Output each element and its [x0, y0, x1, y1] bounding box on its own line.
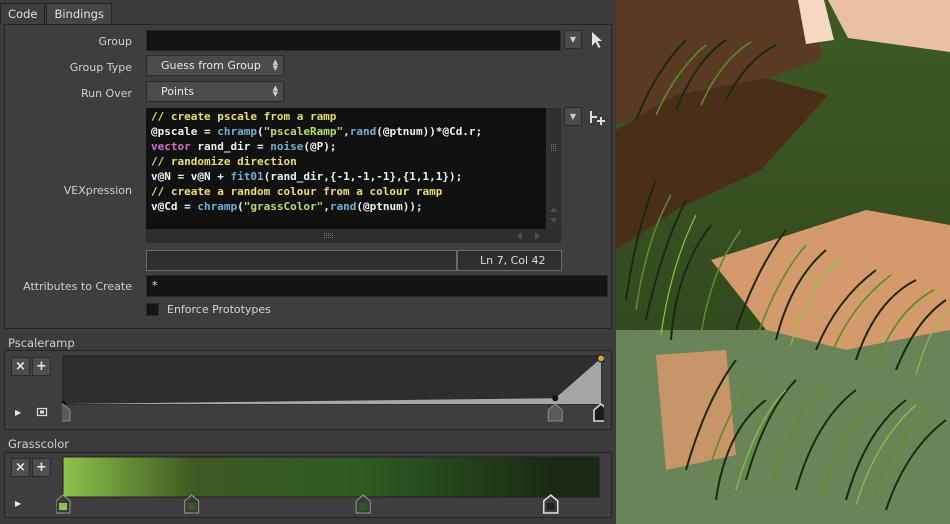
color-ramp-add-key-button[interactable]: + — [32, 458, 51, 477]
enforce-prototypes-checkbox[interactable] — [146, 303, 159, 316]
attributes-to-create-field[interactable]: * — [146, 275, 608, 297]
vex-parameter-panel: Code Bindings Group ▼ Group Type Guess f… — [0, 0, 616, 524]
tab-bindings[interactable]: Bindings — [46, 3, 112, 24]
vexpression-label: VEXpression — [63, 184, 132, 197]
ramp-background — [62, 355, 602, 405]
code-token: ( — [237, 200, 244, 213]
editor-horizontal-scrollbar[interactable] — [146, 229, 561, 243]
ramp-key-marker[interactable] — [62, 403, 71, 422]
triangle-down-icon: ▼ — [569, 35, 577, 44]
color-ramp-gradient[interactable] — [62, 456, 600, 498]
code-token: noise — [270, 140, 304, 153]
cursor-arrow-icon — [592, 32, 602, 48]
code-token: (@P); — [303, 140, 337, 153]
code-token: v@Cd = — [151, 200, 198, 213]
editor-message-bar — [146, 250, 457, 271]
group-field[interactable] — [146, 30, 561, 51]
attributes-to-create-label: Attributes to Create — [23, 280, 132, 293]
code-token: chramp — [197, 200, 238, 213]
code-line: // randomize direction — [151, 154, 541, 169]
code-token: ( — [256, 125, 264, 138]
code-token: chramp — [217, 125, 257, 138]
ramp-key-marker[interactable] — [593, 402, 604, 422]
code-token: , — [323, 200, 330, 213]
ramp-basis-button[interactable] — [36, 406, 48, 418]
color-ramp-delete-key-button[interactable]: × — [11, 458, 30, 477]
expand-triangle-icon[interactable]: ▶ — [15, 408, 21, 417]
scrollbar-graphics — [550, 144, 557, 223]
group-type-menu[interactable]: Guess from Group ▲ ▼ — [146, 55, 284, 76]
code-line: v@Cd = chramp("grassColor",rand(@ptnum))… — [151, 199, 541, 214]
color-key-swatch — [59, 503, 67, 510]
color-key-swatch — [187, 503, 196, 510]
code-token: // randomize direction — [151, 155, 297, 168]
vex-code-text: // create pscale from a ramp @pscale = ch… — [146, 108, 546, 215]
triangle-down-icon: ▼ — [569, 112, 577, 121]
pscale-ramp-editor[interactable] — [62, 354, 604, 426]
3d-viewport[interactable] — [616, 0, 950, 524]
grass-color-ramp-title: Grasscolor — [8, 437, 69, 451]
run-over-menu[interactable]: Points ▲ ▼ — [146, 81, 284, 102]
add-parameter-icon — [590, 111, 605, 125]
code-token: // create pscale from a ramp — [151, 110, 337, 123]
scrollbar-graphics — [324, 232, 540, 240]
select-arrow-button[interactable] — [589, 31, 605, 49]
ramp-add-key-button[interactable]: + — [32, 357, 51, 376]
group-dropdown-button[interactable]: ▼ — [564, 30, 582, 49]
viewport-render — [616, 0, 950, 524]
run-over-label: Run Over — [80, 87, 132, 100]
close-icon: × — [15, 460, 26, 475]
code-line: vector rand_dir = noise(@P); — [151, 139, 541, 154]
code-token: v@N = v@N + — [151, 170, 231, 183]
basis-icon — [36, 407, 48, 417]
code-token: fit01 — [230, 170, 264, 183]
code-token: , — [343, 125, 350, 138]
code-token: rand_dir = — [190, 140, 271, 153]
code-token: @pscale = — [151, 125, 218, 138]
pscale-ramp-title: Pscaleramp — [8, 336, 75, 350]
code-line: // create pscale from a ramp — [151, 109, 541, 124]
color-key-swatch — [359, 503, 368, 510]
vex-code-editor[interactable]: // create pscale from a ramp @pscale = ch… — [146, 108, 546, 229]
code-token: vector — [151, 140, 191, 153]
expand-triangle-icon[interactable]: ▶ — [15, 499, 21, 508]
group-type-label: Group Type — [69, 61, 132, 74]
code-token: (@ptnum)); — [356, 200, 423, 213]
code-line: @pscale = chramp("pscaleRamp",rand(@ptnu… — [151, 124, 541, 139]
code-token: // create a random colour from a colour … — [151, 185, 443, 198]
tab-code[interactable]: Code — [0, 3, 46, 24]
plus-icon: + — [36, 460, 47, 475]
plus-icon: + — [36, 359, 47, 374]
ramp-key-point[interactable] — [552, 395, 559, 402]
enforce-prototypes-label: Enforce Prototypes — [167, 303, 271, 316]
code-token: rand — [329, 200, 357, 213]
create-spare-parameters-button[interactable] — [587, 108, 607, 128]
code-token: "pscaleRamp" — [263, 125, 344, 138]
code-token: "grassColor" — [243, 200, 324, 213]
tab-bar: Code Bindings — [0, 3, 113, 24]
code-line: // create a random colour from a colour … — [151, 184, 541, 199]
cursor-position-status: Ln 7, Col 42 — [457, 250, 562, 271]
editor-vertical-scrollbar[interactable] — [546, 108, 561, 229]
ramp-key-marker[interactable] — [547, 403, 563, 422]
updown-arrows-icon: ▲ ▼ — [272, 84, 278, 98]
code-line: v@N = v@N + fit01(rand_dir,{-1,-1,-1},{1… — [151, 169, 541, 184]
vex-menu-button[interactable]: ▼ — [564, 107, 582, 126]
close-icon: × — [15, 359, 26, 374]
run-over-value: Points — [161, 85, 195, 98]
code-token: rand — [349, 125, 377, 138]
group-type-value: Guess from Group — [161, 59, 261, 72]
code-token: (rand_dir,{-1,-1,-1},{1,1,1}); — [263, 170, 463, 183]
code-token: (@ptnum))*@Cd.r; — [376, 125, 483, 138]
grass-color-ramp-editor[interactable] — [56, 455, 608, 517]
color-key-swatch — [546, 503, 555, 510]
ramp-delete-key-button[interactable]: × — [11, 357, 30, 376]
ramp-key-point[interactable] — [597, 354, 605, 363]
group-label: Group — [98, 35, 133, 48]
updown-arrows-icon: ▲ ▼ — [272, 58, 278, 72]
